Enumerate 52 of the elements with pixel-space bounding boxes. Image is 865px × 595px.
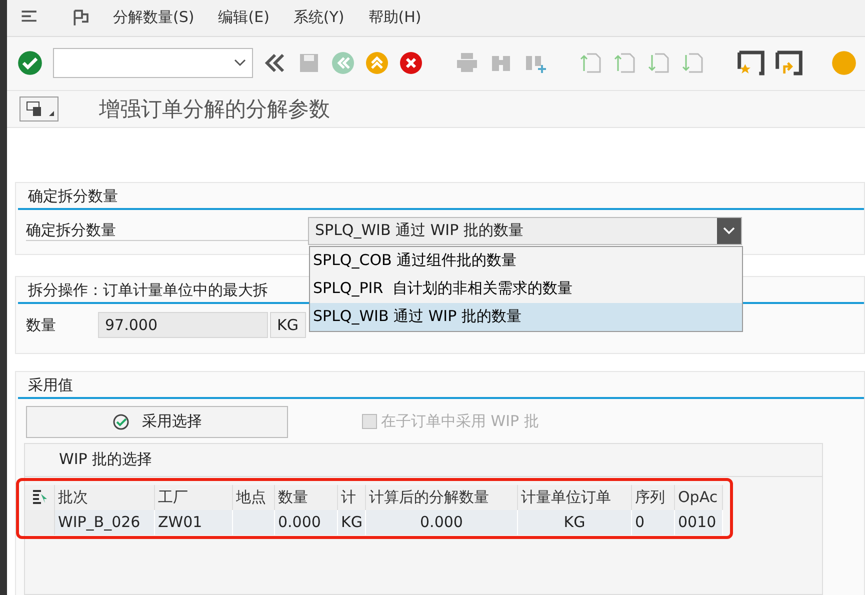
unit-field: KG <box>270 312 306 338</box>
table-title: WIP 批的选择 <box>25 444 822 477</box>
command-field[interactable] <box>53 48 253 78</box>
table-cell: KG <box>518 510 632 535</box>
field-label: 数量 <box>26 316 57 335</box>
page-up-icon[interactable] <box>613 51 637 76</box>
table-cell: 0.000 <box>366 510 518 535</box>
page-down-icon[interactable] <box>681 51 705 76</box>
star-window-icon[interactable] <box>737 49 765 78</box>
quantity-field: 97.000 <box>98 312 268 338</box>
field-label: 确定拆分数量 <box>26 220 308 241</box>
dropdown-option[interactable]: SPLQ_WIB 通过 WIP 批的数量 <box>310 302 742 331</box>
layout-menu-icon[interactable] <box>19 96 59 122</box>
adopt-icon <box>112 412 130 431</box>
up-icon[interactable] <box>365 51 389 76</box>
column-header[interactable]: 地点 <box>233 484 275 510</box>
table-cell <box>233 510 275 535</box>
checkbox-label: 在子订单中采用 WIP 批 <box>381 412 539 432</box>
caret-icon <box>723 226 736 235</box>
table-cell: 0.000 <box>275 510 338 535</box>
table-cell: WIP_B_026 <box>55 510 155 535</box>
page-up-icon[interactable] <box>579 51 603 76</box>
column-header[interactable]: 数量 <box>275 484 338 510</box>
cancel-icon[interactable] <box>399 51 423 76</box>
dropdown-option[interactable]: SPLQ_PIR 自计划的非相关需求的数量 <box>310 274 742 303</box>
page-down-icon[interactable] <box>647 51 671 76</box>
check-icon[interactable] <box>17 50 43 76</box>
table-cell: 0 <box>632 510 675 535</box>
arrow-window-icon[interactable] <box>775 49 803 78</box>
dropdown-option[interactable]: SPLQ_COB 通过组件批的数量 <box>310 246 742 275</box>
column-header[interactable]: 序列 <box>632 484 675 510</box>
adopt-selection-button[interactable]: 采用选择 <box>26 406 288 438</box>
column-header[interactable]: 计量单位订单 <box>518 484 632 510</box>
menu-item[interactable]: 分解数量(S) <box>113 8 194 28</box>
table-cell: ZW01 <box>155 510 233 535</box>
dropdown-button[interactable] <box>717 218 741 244</box>
table-cell: KG <box>338 510 366 535</box>
table-settings-icon[interactable] <box>30 489 48 506</box>
section-title: 确定拆分数量 <box>18 186 864 210</box>
back-icon[interactable] <box>331 51 355 76</box>
column-header[interactable]: 计算后的分解数量 <box>366 484 518 510</box>
menu-item[interactable]: 帮助(H) <box>368 8 422 28</box>
menu-item[interactable]: 编辑(E) <box>218 8 270 28</box>
screen-title: 增强订单分解的分解参数 <box>99 96 330 123</box>
column-header[interactable]: 计 <box>338 484 366 510</box>
menu-item[interactable]: 系统(Y) <box>293 8 344 28</box>
column-header[interactable]: 工厂 <box>155 484 233 510</box>
section-title: 采用值 <box>18 376 864 399</box>
caret-icon <box>234 59 246 68</box>
table-cell: 0010 <box>675 510 723 535</box>
column-header[interactable]: 批次 <box>55 484 155 510</box>
column-header[interactable]: OpAc <box>675 484 723 510</box>
